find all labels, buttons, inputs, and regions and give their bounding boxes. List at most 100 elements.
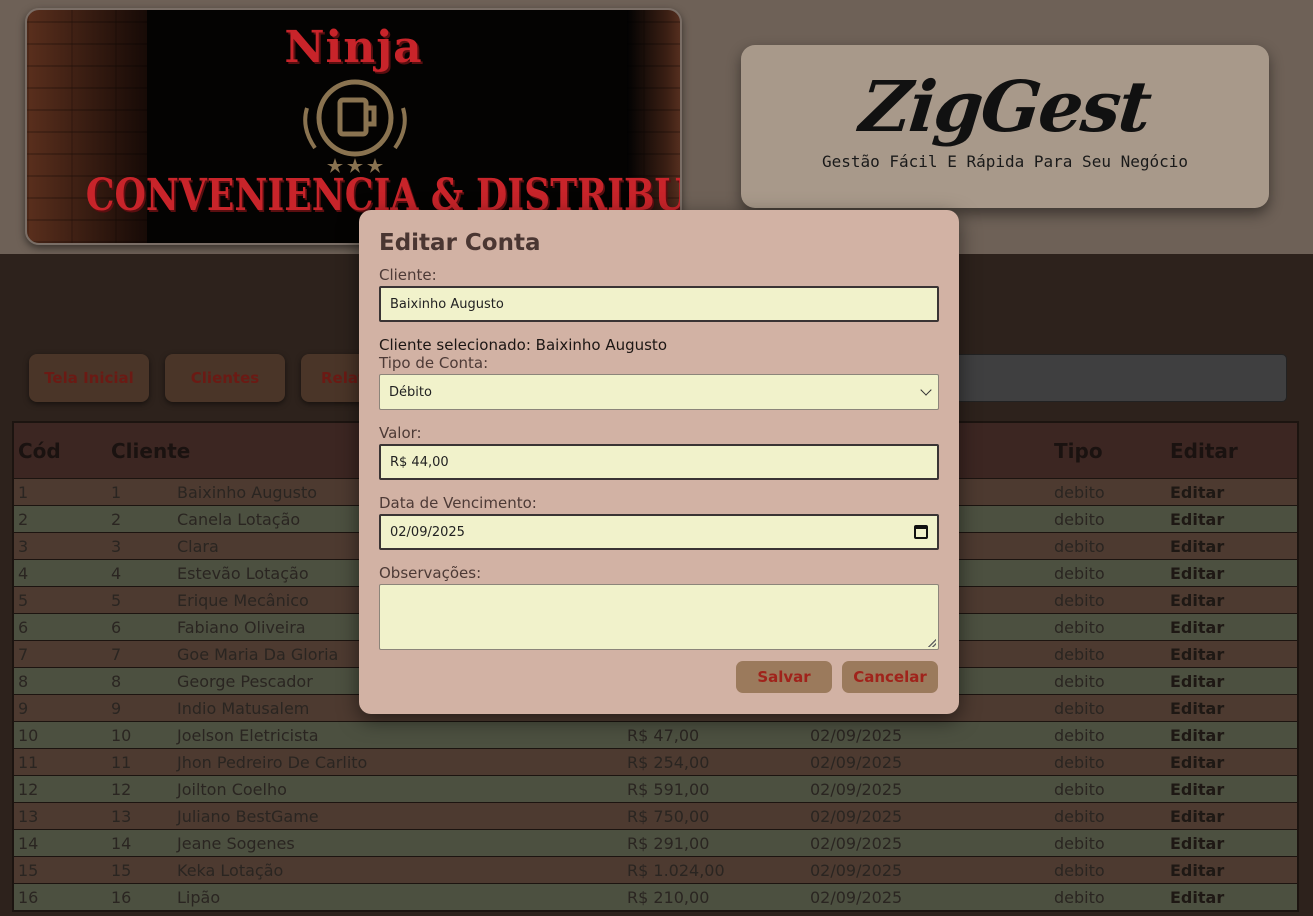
- tipo-label: Tipo de Conta:: [379, 354, 489, 372]
- logo-title: Ninja: [284, 22, 423, 73]
- cell-tipo: debito: [1054, 860, 1105, 880]
- table-row: 12 12 Joilton Coelho R$ 591,00 02/09/2025 deb…: [14, 775, 1297, 802]
- edit-link[interactable]: Editar: [1170, 861, 1224, 880]
- cell-cliente-id: 16: [111, 887, 132, 907]
- cliente-input[interactable]: Baixinho Augusto: [379, 286, 939, 322]
- tipo-select-value: Débito: [389, 384, 432, 400]
- edit-link[interactable]: Editar: [1170, 510, 1224, 529]
- header-cod: Cód: [18, 438, 61, 463]
- selected-client-text: Cliente selecionado: Baixinho Augusto: [379, 336, 667, 354]
- cell-cliente-name: Erique Mecânico: [177, 590, 309, 610]
- cancel-button[interactable]: Cancelar: [842, 661, 938, 693]
- cell-cliente-name: Joilton Coelho: [177, 779, 287, 799]
- observacoes-textarea[interactable]: [379, 584, 939, 650]
- edit-link[interactable]: Editar: [1170, 618, 1224, 637]
- cell-tipo: debito: [1054, 779, 1105, 799]
- cell-valor: R$ 591,00: [627, 779, 710, 799]
- cell-tipo: debito: [1054, 806, 1105, 826]
- cell-cliente-id: 1: [111, 482, 122, 502]
- edit-link[interactable]: Editar: [1170, 564, 1224, 583]
- edit-link[interactable]: Editar: [1170, 888, 1224, 907]
- edit-link[interactable]: Editar: [1170, 726, 1224, 745]
- cell-cliente-name: Joelson Eletricista: [177, 725, 319, 745]
- cell-cod: 15: [18, 860, 39, 880]
- search-input[interactable]: [940, 354, 1287, 402]
- cell-tipo: debito: [1054, 671, 1105, 691]
- cell-cod: 14: [18, 833, 39, 853]
- cell-cliente-name: Canela Lotação: [177, 509, 301, 529]
- modal-title: Editar Conta: [379, 230, 541, 256]
- cell-cliente-id: 10: [111, 725, 132, 745]
- edit-link[interactable]: Editar: [1170, 834, 1224, 853]
- edit-link[interactable]: Editar: [1170, 753, 1224, 772]
- table-row: 15 15 Keka Lotação R$ 1.024,00 02/09/2025 deb…: [14, 856, 1297, 883]
- cell-cod: 12: [18, 779, 39, 799]
- edit-link[interactable]: Editar: [1170, 483, 1224, 502]
- cell-cod: 3: [18, 536, 29, 556]
- edit-link[interactable]: Editar: [1170, 672, 1224, 691]
- brand-subtitle: Gestão Fácil E Rápida Para Seu Negócio: [821, 152, 1189, 171]
- edit-link[interactable]: Editar: [1170, 645, 1224, 664]
- cell-cod: 5: [18, 590, 29, 610]
- edit-account-modal: Editar Conta Cliente: Baixinho Augusto C…: [359, 210, 959, 714]
- nav-tela-inicial-button[interactable]: Tela Inicial: [29, 354, 149, 402]
- save-button[interactable]: Salvar: [736, 661, 832, 693]
- cell-vencimento: 02/09/2025: [810, 806, 903, 826]
- cell-cod: 13: [18, 806, 39, 826]
- data-vencimento-input[interactable]: 02/09/2025: [379, 514, 939, 550]
- valor-label: Valor:: [379, 424, 422, 442]
- cell-vencimento: 02/09/2025: [810, 887, 903, 907]
- tipo-select[interactable]: Débito: [379, 374, 939, 410]
- cell-tipo: debito: [1054, 833, 1105, 853]
- cell-cliente-name: Baixinho Augusto: [177, 482, 318, 502]
- edit-link[interactable]: Editar: [1170, 591, 1224, 610]
- table-row: 14 14 Jeane Sogenes R$ 291,00 02/09/2025 debi…: [14, 829, 1297, 856]
- cell-cliente-id: 15: [111, 860, 132, 880]
- cell-cod: 10: [18, 725, 39, 745]
- cell-cliente-id: 11: [111, 752, 132, 772]
- table-row: 10 10 Joelson Eletricista R$ 47,00 02/09/202…: [14, 721, 1297, 748]
- header-editar: Editar: [1170, 438, 1238, 463]
- cell-valor: R$ 210,00: [627, 887, 710, 907]
- header-tipo: Tipo: [1054, 438, 1103, 463]
- cell-cliente-id: 14: [111, 833, 132, 853]
- cell-vencimento: 02/09/2025: [810, 725, 903, 745]
- cell-tipo: debito: [1054, 617, 1105, 637]
- chevron-down-icon: [920, 384, 932, 396]
- cell-cliente-id: 12: [111, 779, 132, 799]
- valor-input[interactable]: R$ 44,00: [379, 444, 939, 480]
- cell-cliente-id: 6: [111, 617, 122, 637]
- cell-tipo: debito: [1054, 509, 1105, 529]
- cell-cliente-name: Jhon Pedreiro De Carlito: [177, 752, 368, 772]
- edit-link[interactable]: Editar: [1170, 537, 1224, 556]
- cell-cliente-name: Goe Maria Da Gloria: [177, 644, 339, 664]
- cell-tipo: debito: [1054, 887, 1105, 907]
- cell-cliente-name: Juliano BestGame: [177, 806, 319, 826]
- nav-clientes-button[interactable]: Clientes: [165, 354, 285, 402]
- edit-link[interactable]: Editar: [1170, 780, 1224, 799]
- cell-vencimento: 02/09/2025: [810, 833, 903, 853]
- cell-cliente-name: Clara: [177, 536, 219, 556]
- cell-vencimento: 02/09/2025: [810, 779, 903, 799]
- table-row: 13 13 Juliano BestGame R$ 750,00 02/09/2025 d…: [14, 802, 1297, 829]
- table-row: 11 11 Jhon Pedreiro De Carlito R$ 254,00 02/…: [14, 748, 1297, 775]
- edit-link[interactable]: Editar: [1170, 699, 1224, 718]
- cell-cod: 1: [18, 482, 29, 502]
- cell-tipo: debito: [1054, 590, 1105, 610]
- cell-cod: 4: [18, 563, 29, 583]
- cliente-label: Cliente:: [379, 266, 437, 284]
- cell-cliente-id: 13: [111, 806, 132, 826]
- cell-cod: 16: [18, 887, 39, 907]
- cell-tipo: debito: [1054, 482, 1105, 502]
- cell-vencimento: 02/09/2025: [810, 860, 903, 880]
- brand-card: ZigGest Gestão Fácil E Rápida Para Seu N…: [741, 45, 1269, 208]
- resize-handle-icon[interactable]: [928, 639, 936, 647]
- cell-tipo: debito: [1054, 644, 1105, 664]
- edit-link[interactable]: Editar: [1170, 807, 1224, 826]
- cell-tipo: debito: [1054, 698, 1105, 718]
- cell-cod: 6: [18, 617, 29, 637]
- cell-tipo: debito: [1054, 536, 1105, 556]
- cell-tipo: debito: [1054, 725, 1105, 745]
- modal-actions: Salvar Cancelar: [736, 661, 938, 693]
- calendar-icon[interactable]: [914, 525, 928, 539]
